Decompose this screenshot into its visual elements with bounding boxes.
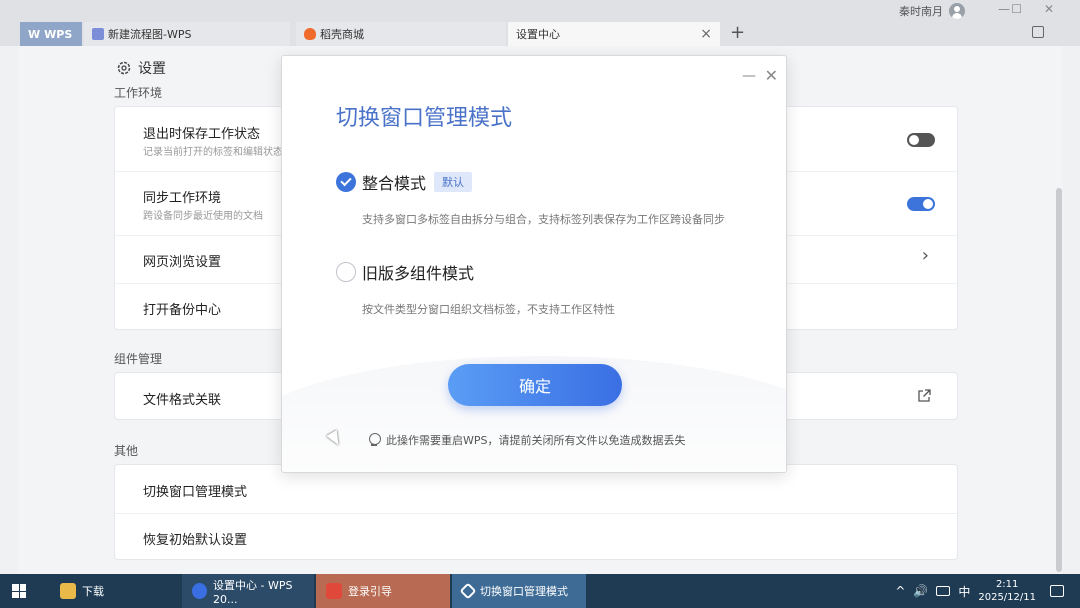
task-label: 登录引导 — [348, 585, 392, 598]
wps-office-icon — [326, 583, 342, 599]
dialog-title: 切换窗口管理模式 — [336, 106, 513, 131]
toggle-knob — [909, 135, 919, 145]
section-work-env: 工作环境 — [114, 86, 163, 100]
gear-icon — [117, 61, 131, 75]
tab-label: 新建流程图-WPS — [108, 28, 192, 41]
switch-mode-dialog: — ✕ 切换窗口管理模式 整合模式 默认 支持多窗口多标签自由拆分与组合，支持标… — [281, 55, 787, 473]
settings-title: 设置 — [138, 61, 166, 77]
setting-sub: 跨设备同步最近使用的文档 — [143, 211, 263, 222]
tab-label: WPS — [44, 27, 73, 41]
new-tab-button[interactable]: + — [730, 22, 745, 44]
note-text: 此操作需要重启WPS，请提前关闭所有文件以免造成数据丢失 — [386, 434, 686, 447]
setting-reset[interactable]: 恢复初始默认设置 — [115, 513, 957, 561]
user-account[interactable]: 秦时南月 — [899, 3, 965, 19]
default-badge: 默认 — [434, 172, 473, 192]
setting-title: 恢复初始默认设置 — [143, 533, 248, 548]
tab-settings-center[interactable]: 设置中心 × — [508, 22, 720, 46]
tab-wps-home[interactable]: W WPS — [20, 22, 82, 46]
window-close-button[interactable]: ✕ — [1044, 2, 1054, 16]
setting-title: 退出时保存工作状态 — [143, 127, 261, 142]
confirm-button[interactable]: 确定 — [448, 364, 622, 406]
task-label: 下载 — [82, 585, 104, 598]
option-label: 整合模式 — [362, 174, 427, 193]
notification-icon[interactable] — [1050, 585, 1064, 597]
section-components: 组件管理 — [114, 352, 163, 366]
battery-icon[interactable] — [936, 586, 951, 596]
clock-time: 2:11 — [995, 579, 1019, 590]
external-link-icon — [918, 389, 931, 402]
task-login-guide[interactable]: 登录引导 — [316, 574, 450, 608]
ime-indicator[interactable]: 中 — [958, 583, 970, 600]
maximize-button[interactable]: ☐ — [1011, 2, 1022, 16]
save-state-toggle[interactable] — [907, 133, 935, 147]
windows-start-icon[interactable] — [12, 584, 26, 598]
dialog-minimize-button[interactable]: — — [742, 68, 756, 84]
task-switch-mode[interactable]: 切换窗口管理模式 — [452, 574, 586, 608]
task-label: 切换窗口管理模式 — [480, 585, 568, 598]
option-desc: 按文件类型分窗口组织文档标签，不支持工作区特性 — [362, 303, 615, 316]
chevron-right-icon: › — [921, 245, 929, 266]
minimize-button[interactable]: — — [998, 2, 1010, 16]
setting-title: 打开备份中心 — [143, 303, 222, 318]
tab-close-icon[interactable]: × — [700, 26, 712, 42]
tray-expand-icon[interactable]: ^ — [895, 584, 905, 598]
volume-icon[interactable]: 🔊 — [913, 584, 928, 598]
folder-icon — [60, 583, 76, 599]
radio-checked-icon[interactable] — [336, 172, 356, 192]
option-integrated-mode[interactable]: 整合模式 默认 — [336, 170, 473, 194]
page-title: 设置 — [116, 58, 166, 78]
option-desc: 支持多窗口多标签自由拆分与组合，支持标签列表保存为工作区跨设备同步 — [362, 213, 725, 226]
setting-title: 网页浏览设置 — [143, 255, 222, 270]
flowchart-icon — [92, 28, 104, 40]
tab-flowchart[interactable]: 新建流程图-WPS — [84, 22, 290, 46]
setting-title: 同步工作环境 — [143, 191, 222, 206]
setting-title: 切换窗口管理模式 — [143, 485, 248, 500]
taskbar: 下载 设置中心 - WPS 20... 登录引导 切换窗口管理模式 ^ 🔊 中 … — [0, 574, 1080, 608]
task-label: 设置中心 - WPS 20... — [213, 578, 293, 606]
dialog-close-button[interactable]: ✕ — [765, 66, 778, 85]
system-tray: ^ 🔊 中 2:11 2025/12/11 — [895, 574, 1080, 608]
sidebar-toggle-icon[interactable] — [1032, 26, 1044, 38]
setting-sub: 记录当前打开的标签和编辑状态 — [143, 147, 283, 158]
restart-note: 此操作需要重启WPS，请提前关闭所有文件以免造成数据丢失 — [368, 432, 686, 448]
task-settings-center[interactable]: 设置中心 - WPS 20... — [182, 574, 314, 608]
lightbulb-icon — [368, 433, 381, 447]
section-other: 其他 — [114, 444, 139, 458]
clock-date: 2025/12/11 — [978, 592, 1036, 603]
option-legacy-mode[interactable]: 旧版多组件模式 — [336, 260, 474, 284]
tab-label: 稻壳商城 — [320, 28, 364, 41]
clock[interactable]: 2:11 2025/12/11 — [978, 578, 1036, 604]
docer-flame-icon — [304, 28, 316, 40]
tab-label: 设置中心 — [516, 28, 560, 41]
avatar-icon — [949, 3, 965, 19]
sync-env-toggle[interactable] — [907, 197, 935, 211]
radio-unchecked-icon[interactable] — [336, 262, 356, 282]
tools-icon — [459, 582, 477, 600]
toggle-knob — [923, 199, 933, 209]
setting-title: 文件格式关联 — [143, 393, 222, 408]
wps-logo-icon: W — [28, 27, 41, 41]
tab-docer-store[interactable]: 稻壳商城 — [296, 22, 506, 46]
option-label: 旧版多组件模式 — [362, 264, 475, 283]
wps-icon — [192, 583, 208, 599]
task-explorer[interactable]: 下载 — [50, 574, 180, 608]
title-bar: 秦时南月 — ☐ ✕ W WPS 新建流程图-WPS 稻壳商城 设置中心 × + — [0, 0, 1080, 46]
scrollbar[interactable] — [1056, 188, 1062, 572]
other-card: 切换窗口管理模式 恢复初始默认设置 — [114, 464, 958, 560]
user-name: 秦时南月 — [899, 5, 943, 18]
